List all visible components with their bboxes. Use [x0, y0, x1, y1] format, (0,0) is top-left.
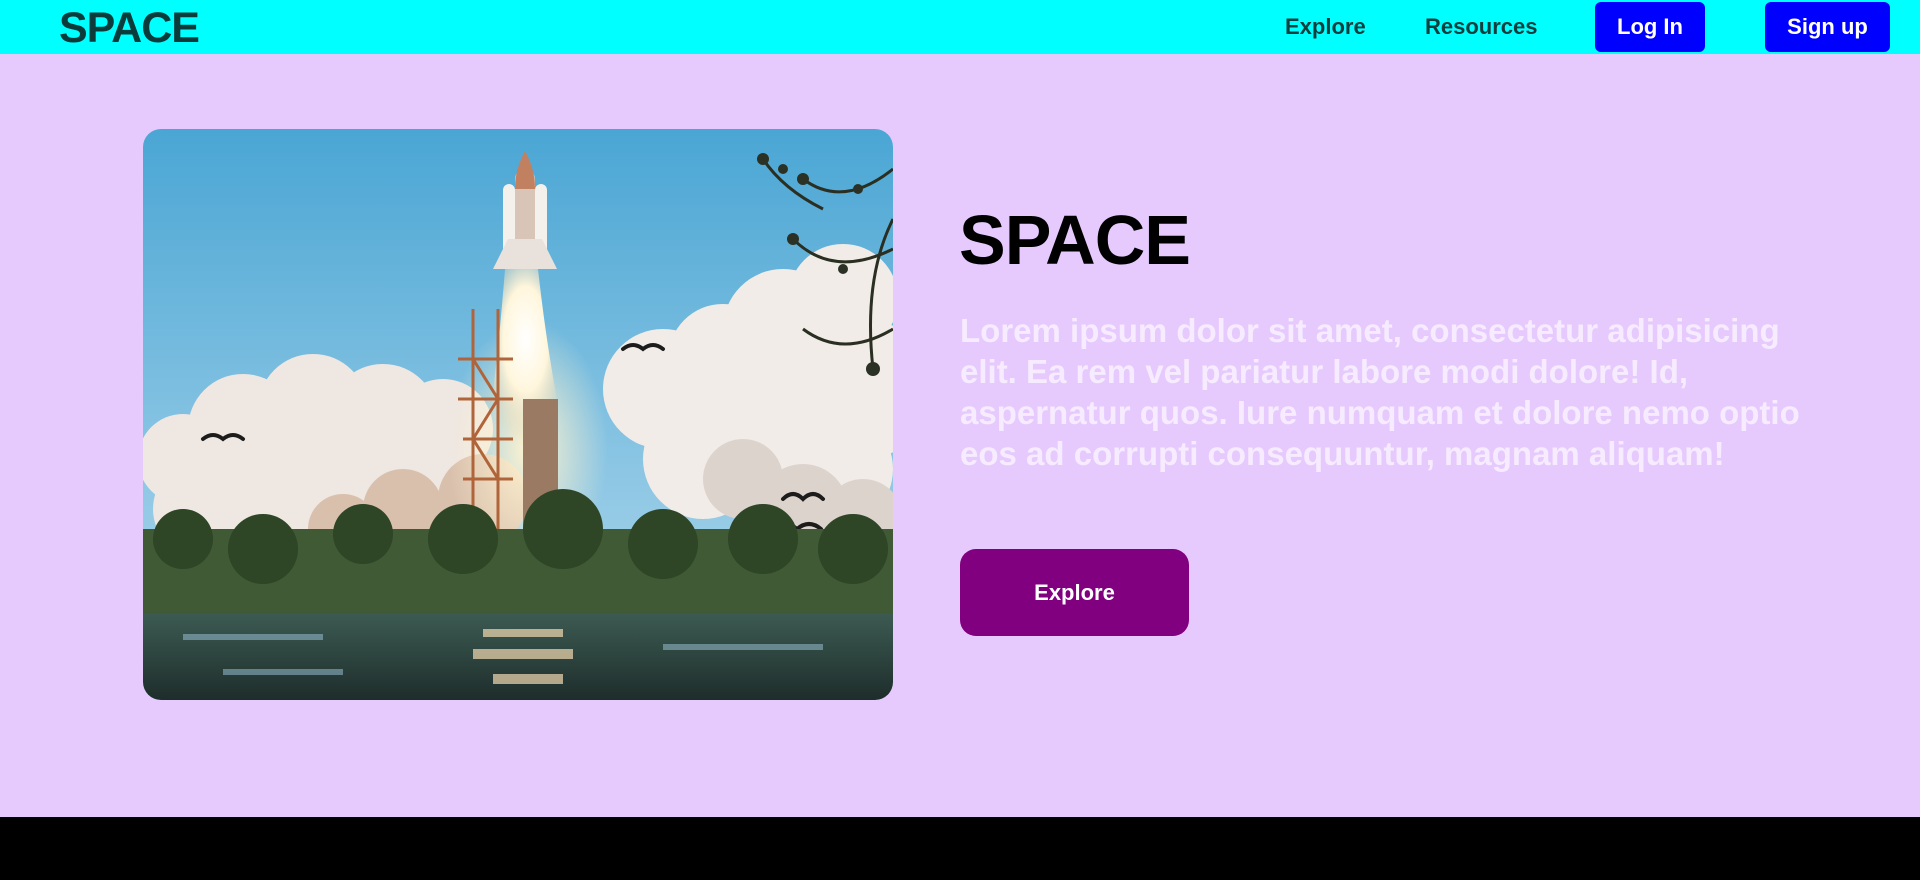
hero-image-shuttle-launch [143, 129, 893, 700]
signup-button[interactable]: Sign up [1765, 2, 1890, 52]
site-logo[interactable]: SPACE [59, 4, 200, 52]
login-button[interactable]: Log In [1595, 2, 1705, 52]
nav-link-resources[interactable]: Resources [1425, 14, 1538, 40]
hero-description: Lorem ipsum dolor sit amet, consectetur … [960, 312, 1800, 472]
hero-title: SPACE [959, 201, 1191, 279]
hero-explore-button[interactable]: Explore [960, 549, 1189, 636]
footer-bar [0, 817, 1920, 880]
top-nav-bar: SPACE Explore Resources Log In Sign up [0, 0, 1920, 54]
nav-link-explore[interactable]: Explore [1285, 14, 1366, 40]
